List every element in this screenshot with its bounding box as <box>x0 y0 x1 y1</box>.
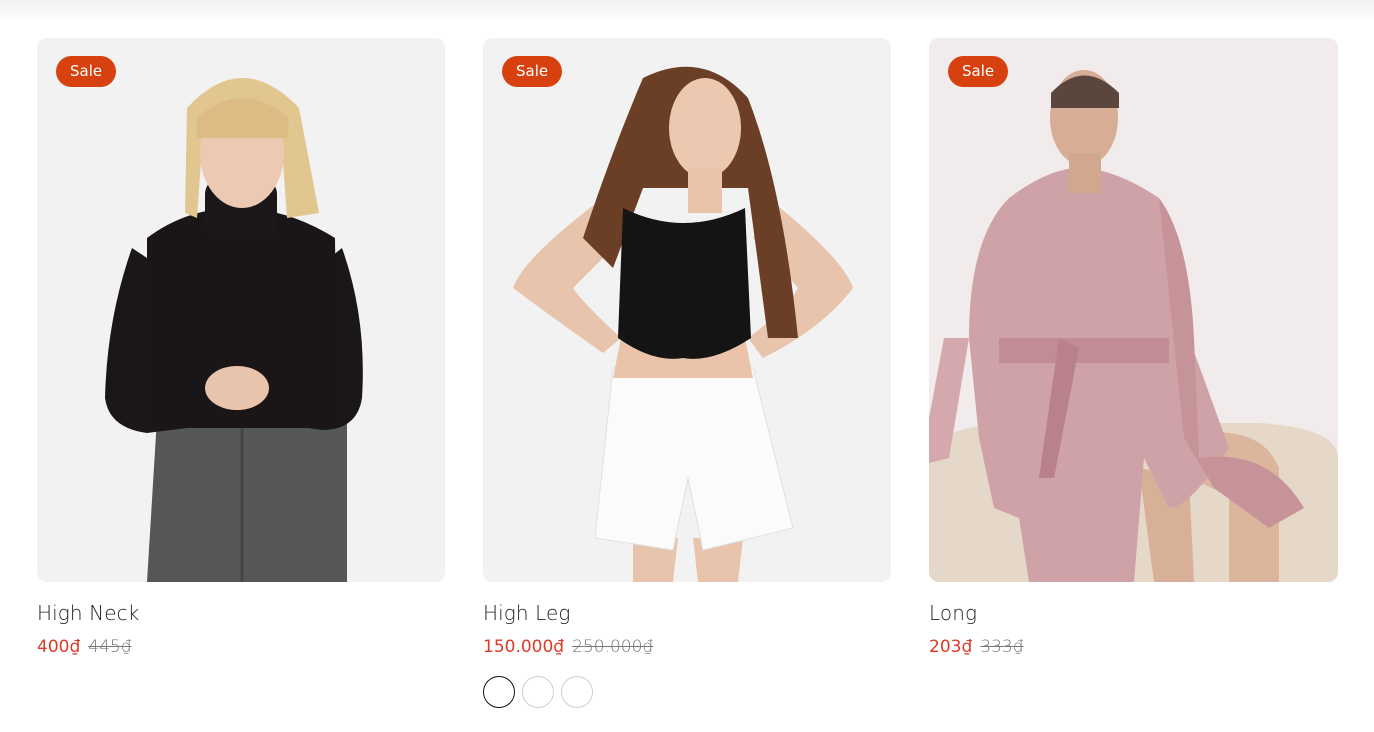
sale-price: 203₫ <box>929 637 973 657</box>
product-title[interactable]: Long <box>929 601 1337 625</box>
swatch-brown[interactable] <box>522 676 554 708</box>
product-image[interactable]: Sale <box>483 38 891 582</box>
sale-price: 150.000₫ <box>483 637 565 657</box>
sale-price: 400₫ <box>37 637 81 657</box>
price-row: 400₫ 445₫ <box>37 637 445 657</box>
product-image[interactable]: Sale <box>929 38 1338 582</box>
sale-badge: Sale <box>56 56 117 87</box>
color-swatches <box>483 676 891 708</box>
original-price: 250.000₫ <box>572 637 654 657</box>
swatch-white[interactable] <box>483 676 515 708</box>
original-price: 445₫ <box>88 637 132 657</box>
product-photo-crop-top <box>483 38 891 582</box>
product-photo-robe <box>929 38 1338 582</box>
swatch-teal[interactable] <box>561 676 593 708</box>
product-card[interactable]: Sale High Leg 150.000₫ 250.000₫ <box>483 38 891 708</box>
sale-badge: Sale <box>502 56 563 87</box>
product-title[interactable]: High Neck <box>37 601 445 625</box>
original-price: 333₫ <box>980 637 1024 657</box>
sale-badge: Sale <box>948 56 1009 87</box>
product-title[interactable]: High Leg <box>483 601 891 625</box>
product-photo-turtleneck <box>37 38 445 582</box>
header-shadow <box>0 0 1374 22</box>
product-card[interactable]: Sale High Neck 400₫ 445₫ <box>37 38 445 708</box>
product-grid: Sale High Neck 400₫ 445₫ Sale High Leg 1… <box>37 38 1338 708</box>
product-image[interactable]: Sale <box>37 38 445 582</box>
product-card[interactable]: Sale Long 203₫ 333₫ <box>929 38 1338 708</box>
price-row: 203₫ 333₫ <box>929 637 1337 657</box>
price-row: 150.000₫ 250.000₫ <box>483 637 891 657</box>
